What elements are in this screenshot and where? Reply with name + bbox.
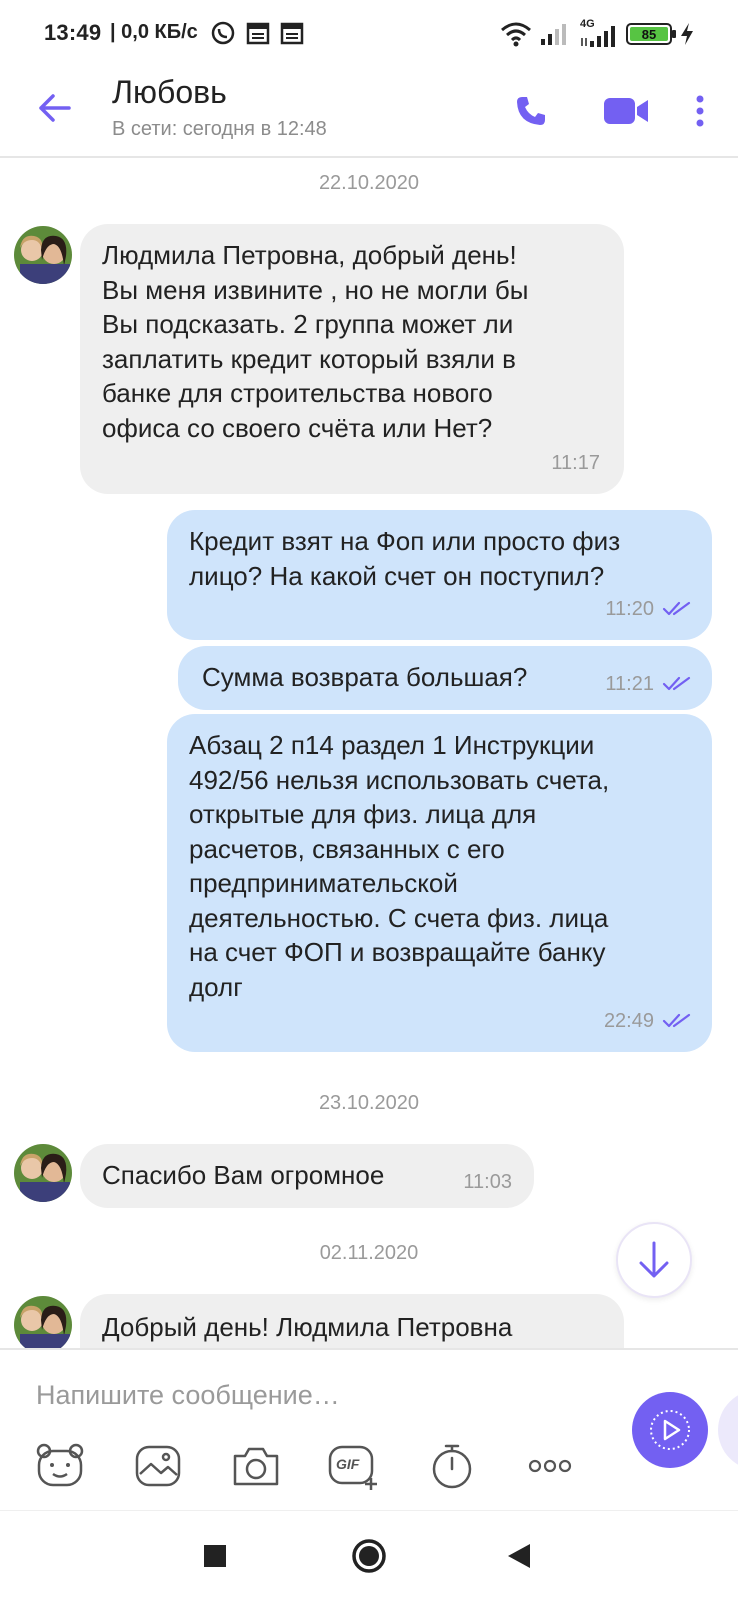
message-text: Людмила Петровна, добрый день! Вы меня и…	[102, 240, 529, 443]
outgoing-message[interactable]: Кредит взят на Фоп или просто физ лицо? …	[167, 510, 712, 640]
gif-label: GIF	[336, 1456, 360, 1472]
signal-4g: 4G	[576, 18, 618, 48]
message-text: Абзац 2 п14 раздел 1 Инструкции 492/56 н…	[189, 730, 610, 1002]
read-check-icon	[662, 677, 691, 691]
circle-icon	[352, 1539, 386, 1573]
gallery-button[interactable]	[130, 1438, 186, 1494]
more-horizontal-icon	[528, 1459, 572, 1473]
calendar-notification-icon-2	[280, 22, 304, 45]
charging-icon	[681, 23, 693, 45]
incoming-message[interactable]: Добрый день! Людмила Петровна	[80, 1294, 624, 1348]
notification-icons	[210, 20, 304, 46]
message-text: Спасибо Вам огромное	[102, 1160, 385, 1190]
message-meta: 22:49	[604, 1004, 692, 1039]
back-nav-button[interactable]	[494, 1531, 544, 1581]
message-time: 11:17	[551, 451, 600, 474]
viber-notification-icon	[211, 21, 235, 45]
square-icon	[204, 1545, 226, 1567]
calendar-notification-icon	[246, 22, 270, 45]
network-speed: | 0,0 КБ/с	[110, 21, 198, 43]
arrow-down-icon	[639, 1241, 669, 1278]
call-button[interactable]	[506, 86, 556, 136]
video-camera-icon	[604, 98, 648, 124]
camera-icon	[233, 1447, 279, 1486]
sticker-bear-icon	[36, 1443, 84, 1487]
message-text: Сумма возврата большая?	[202, 662, 528, 692]
message-composer: GIF	[0, 1348, 738, 1510]
outgoing-message[interactable]: Абзац 2 п14 раздел 1 Инструкции 492/56 н…	[167, 714, 712, 1052]
signal-icon	[541, 24, 566, 45]
message-time: 11:21	[605, 673, 654, 695]
video-call-button[interactable]	[596, 86, 656, 136]
read-check-icon	[662, 601, 691, 615]
avatar[interactable]	[14, 226, 72, 284]
read-check-icon	[662, 1013, 691, 1027]
gif-button[interactable]: GIF	[326, 1438, 382, 1494]
message-time: 22:49	[603, 1009, 654, 1032]
avatar-photo	[14, 1296, 72, 1348]
avatar[interactable]	[14, 1296, 72, 1348]
more-tools-button[interactable]	[522, 1438, 578, 1494]
system-icons: 4G 85	[500, 18, 694, 48]
message-meta: 11:03	[463, 1165, 512, 1200]
home-button[interactable]	[344, 1531, 394, 1581]
message-meta: 11:17	[551, 446, 600, 481]
avatar-photo	[14, 226, 72, 284]
screen: 13:49 | 0,0 КБ/с 4G 85 Любовь В сети: се…	[0, 0, 738, 1599]
composer-toolbar: GIF	[0, 1438, 738, 1498]
avatar-photo	[14, 1144, 72, 1202]
chat-header: Любовь В сети: сегодня в 12:48	[0, 66, 738, 158]
date-separator: 22.10.2020	[318, 172, 420, 194]
gallery-icon	[135, 1445, 181, 1487]
battery-level: 85	[630, 27, 668, 42]
more-vertical-icon	[696, 95, 704, 127]
message-time: 11:20	[605, 597, 654, 620]
message-time: 11:03	[463, 1171, 512, 1193]
message-meta: 11:20	[605, 592, 692, 627]
sticker-button[interactable]	[32, 1438, 88, 1494]
system-nav-bar	[0, 1510, 738, 1599]
message-meta: 11:21	[605, 667, 692, 702]
wifi-icon	[501, 22, 531, 47]
contact-status: В сети: сегодня в 12:48	[112, 118, 327, 140]
contact-name[interactable]: Любовь	[112, 74, 227, 111]
more-options-button[interactable]	[680, 86, 720, 136]
back-button[interactable]	[30, 84, 78, 132]
phone-icon	[517, 97, 545, 125]
timer-button[interactable]	[424, 1438, 480, 1494]
message-text: Кредит взят на Фоп или просто физ лицо? …	[189, 526, 621, 591]
recents-button[interactable]	[190, 1531, 240, 1581]
date-separator: 23.10.2020	[318, 1092, 420, 1114]
status-time: 13:49	[44, 20, 102, 45]
scroll-down-button[interactable]	[616, 1222, 692, 1298]
avatar[interactable]	[14, 1144, 72, 1202]
back-arrow-icon	[39, 94, 71, 122]
timer-icon	[432, 1444, 472, 1489]
status-bar: 13:49 | 0,0 КБ/с 4G 85	[0, 0, 738, 66]
triangle-back-icon	[508, 1544, 530, 1568]
chat-area[interactable]: 22.10.2020 Людмила Петровна, добрый день…	[0, 160, 738, 1348]
battery-icon: 85	[626, 23, 676, 45]
message-text: Добрый день! Людмила Петровна	[102, 1312, 513, 1342]
incoming-message[interactable]: Спасибо Вам огромное 11:03	[80, 1144, 534, 1208]
incoming-message[interactable]: Людмила Петровна, добрый день! Вы меня и…	[80, 224, 624, 494]
outgoing-message[interactable]: Сумма возврата большая? 11:21	[178, 646, 712, 710]
camera-button[interactable]	[228, 1438, 284, 1494]
message-input[interactable]	[36, 1370, 596, 1420]
